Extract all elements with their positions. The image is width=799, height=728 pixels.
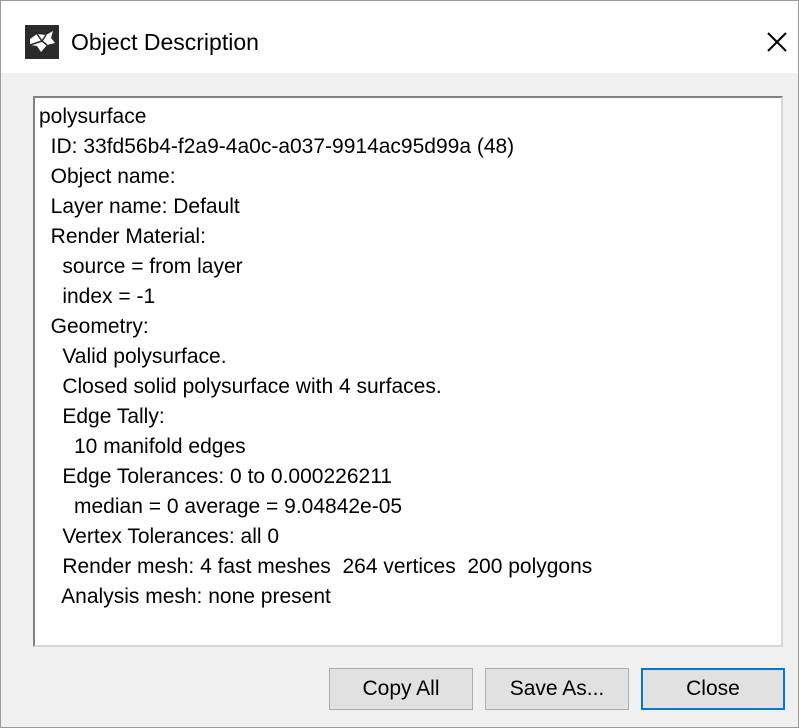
description-line: source = from layer (39, 255, 243, 278)
description-line: polysurface (39, 105, 147, 128)
object-description-text[interactable]: polysurface ID: 33fd56b4-f2a9-4a0c-a037-… (33, 96, 783, 647)
description-line: Analysis mesh: none present (39, 585, 331, 608)
close-button[interactable]: Close (641, 668, 785, 710)
title-bar: Object Description (1, 1, 798, 73)
description-line: Closed solid polysurface with 4 surfaces… (39, 375, 442, 398)
dialog-title: Object Description (71, 29, 259, 55)
description-line: Render Material: (39, 225, 206, 248)
description-line: median = 0 average = 9.04842e-05 (39, 495, 403, 518)
description-line: Layer name: Default (39, 195, 240, 218)
description-line: Edge Tolerances: 0 to 0.000226211 (39, 465, 392, 488)
description-line: Valid polysurface. (39, 345, 227, 368)
rhino-icon (25, 25, 59, 59)
description-line: Edge Tally: (39, 405, 165, 428)
save-as-button[interactable]: Save As... (485, 668, 629, 710)
object-description-dialog: Object Description polysurface ID: 33fd5… (0, 0, 799, 728)
description-line: Geometry: (39, 315, 149, 338)
close-icon[interactable] (757, 23, 797, 63)
description-line: Object name: (39, 165, 176, 188)
description-line: Render mesh: 4 fast meshes 264 vertices … (39, 555, 593, 578)
copy-all-button[interactable]: Copy All (329, 668, 473, 710)
description-line: Vertex Tolerances: all 0 (39, 525, 280, 548)
description-line: index = -1 (39, 285, 156, 308)
description-line: 10 manifold edges (39, 435, 246, 458)
description-line: ID: 33fd56b4-f2a9-4a0c-a037-9914ac95d99a… (39, 135, 515, 158)
